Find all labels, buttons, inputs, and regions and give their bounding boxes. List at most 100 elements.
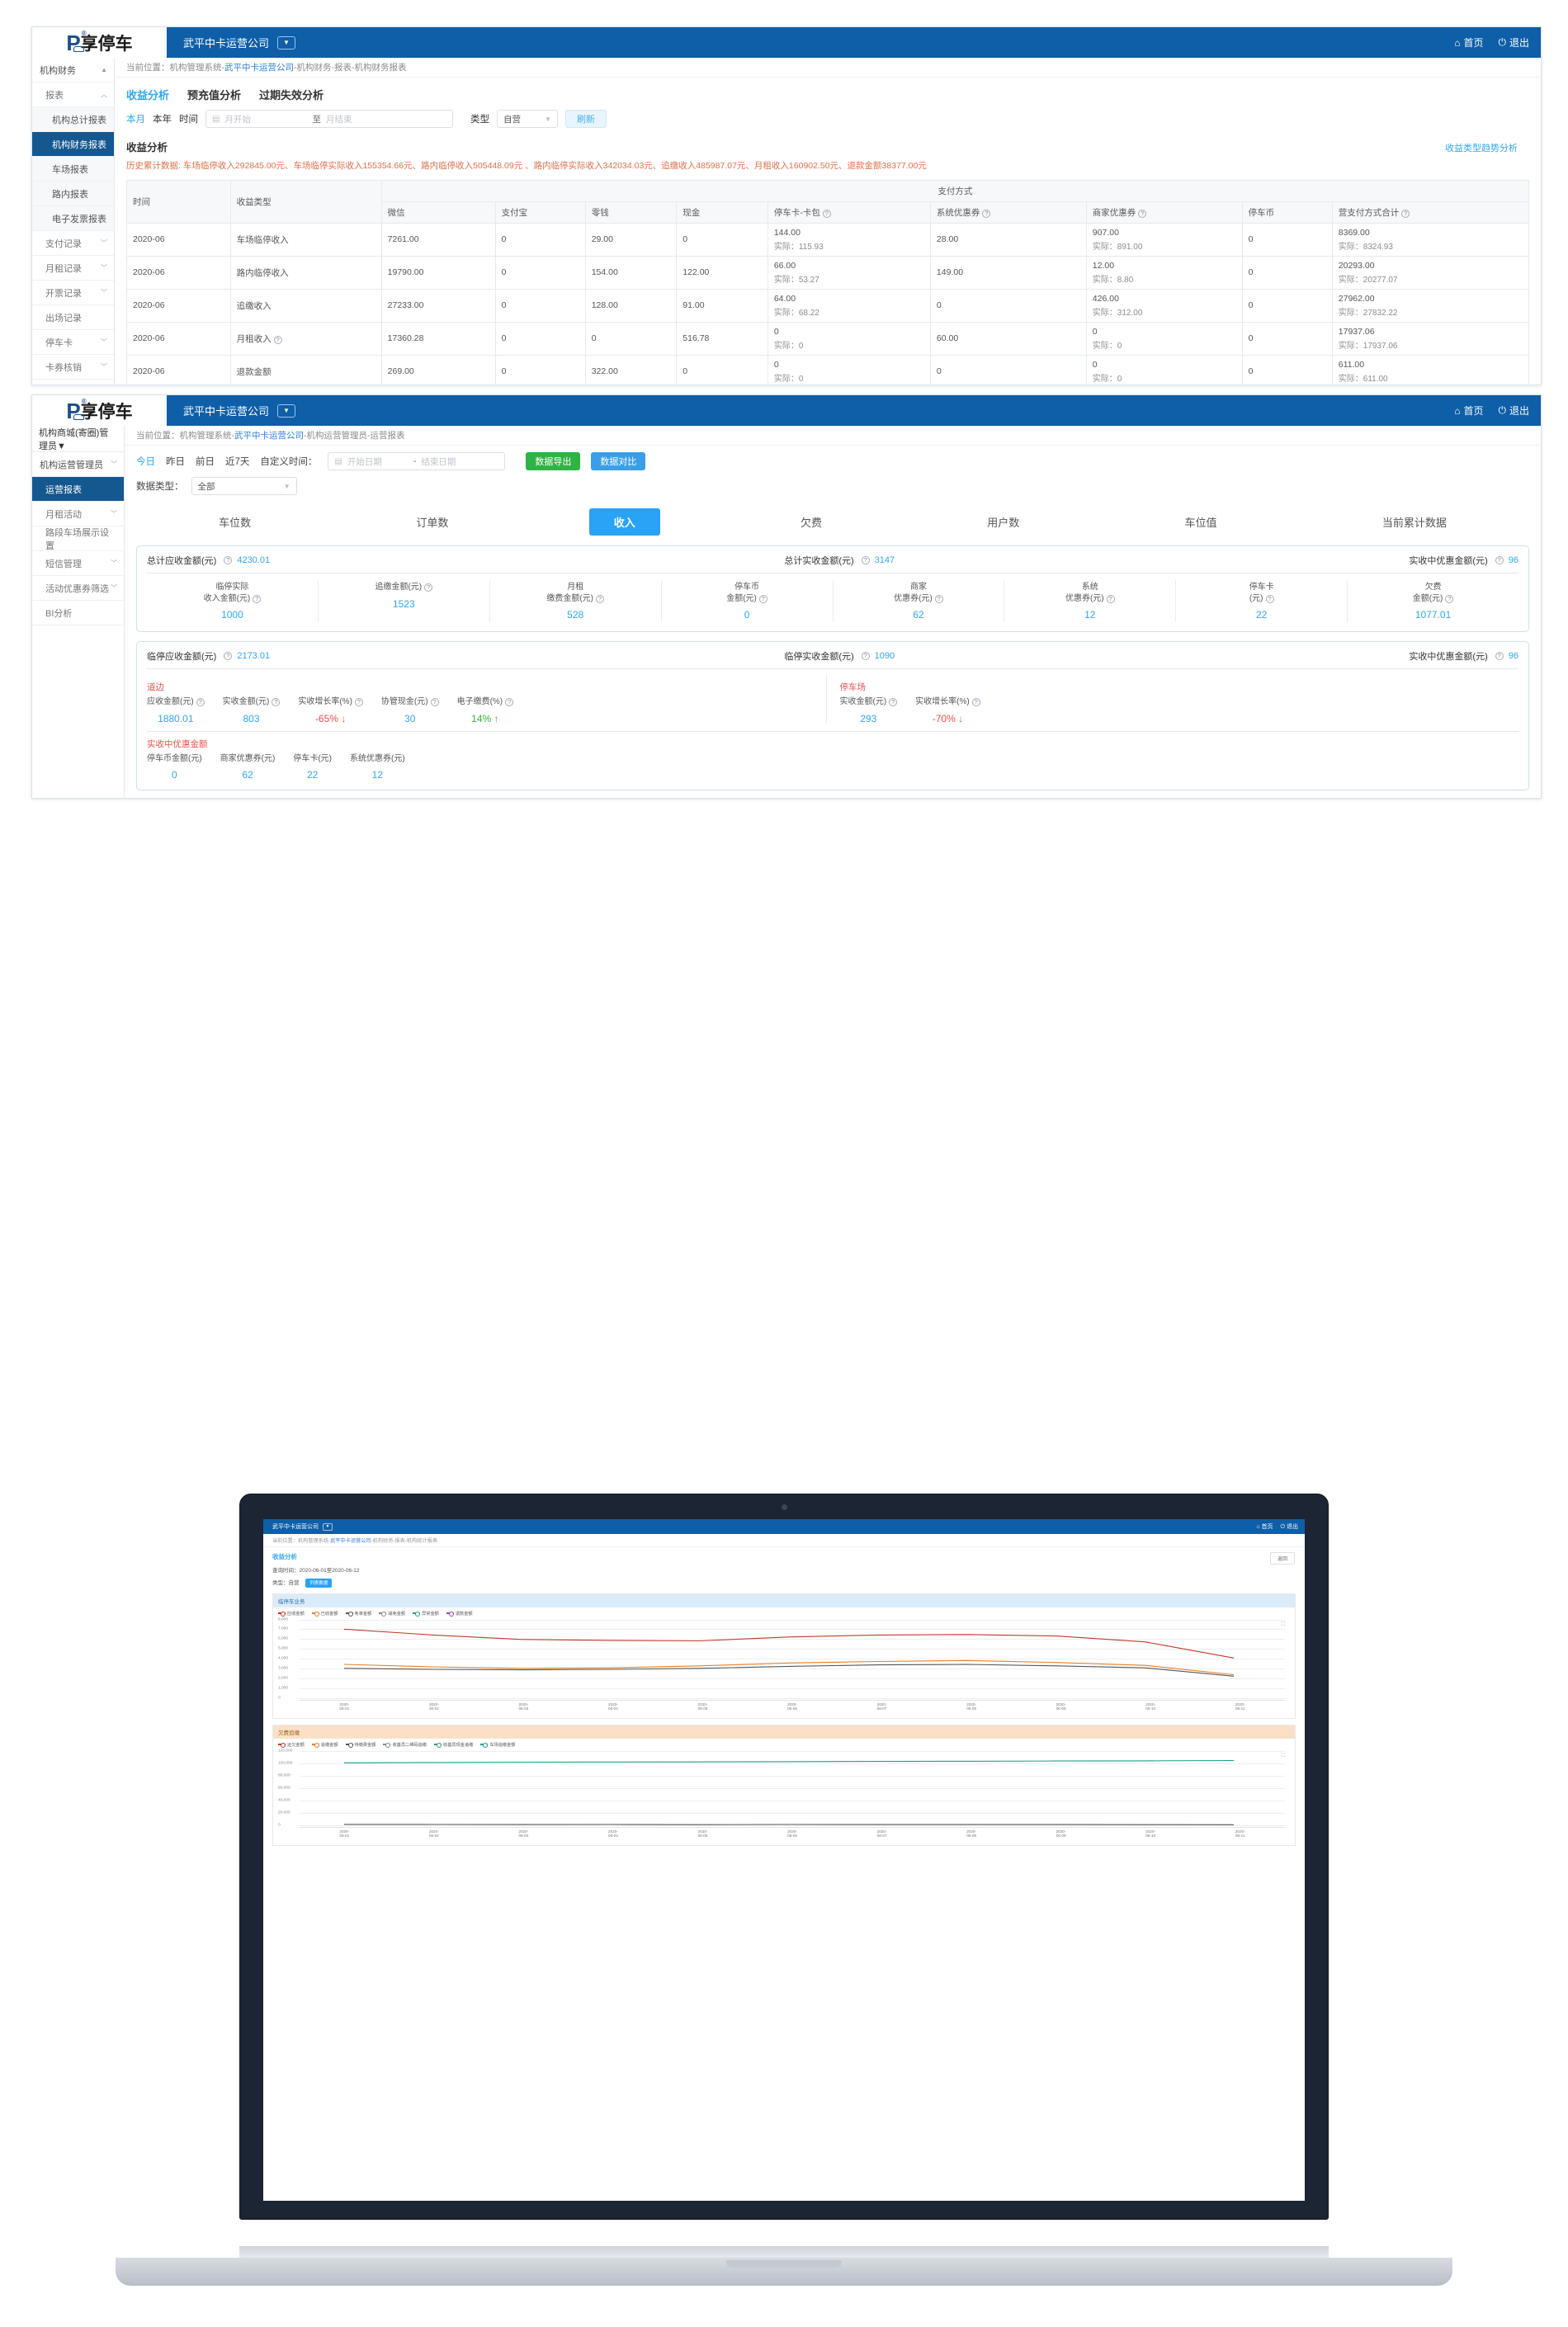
sidebar-item-3[interactable]: 路段车场展示设置 <box>32 526 124 551</box>
refresh-button[interactable]: 刷新 <box>565 110 607 128</box>
help-icon[interactable]: ? <box>935 595 943 603</box>
help-icon[interactable]: ? <box>1445 595 1453 603</box>
legend-item-1[interactable]: 已收金额 <box>312 1611 338 1617</box>
sidebar-role-switch[interactable]: 机构商城(寄圈)管理员▼ <box>32 426 124 452</box>
help-icon[interactable]: ? <box>1401 210 1410 218</box>
legend-item-4[interactable]: 异常金额 <box>413 1611 439 1617</box>
sidebar-item-0[interactable]: 机构财务▲ <box>32 58 114 83</box>
tab-0[interactable]: 收益分析 <box>126 87 169 102</box>
date-start[interactable]: 月开始 <box>224 113 307 125</box>
home-button[interactable]: ⌂ 首页 <box>1454 35 1483 50</box>
metric-tab-5[interactable]: 车位值 <box>1160 508 1242 536</box>
date-end[interactable]: 月结束 <box>326 113 409 125</box>
help-icon[interactable]: ? <box>272 698 280 706</box>
sidebar-item-7[interactable]: 支付记录﹀ <box>32 231 114 256</box>
data-type-select[interactable]: 全部 ▼ <box>191 477 297 495</box>
help-icon[interactable]: ? <box>982 210 990 218</box>
range-yesterday[interactable]: 昨日 <box>166 455 185 468</box>
org-switch-button[interactable]: ▼ <box>277 36 295 50</box>
sidebar-item-1[interactable]: 报表︿ <box>32 83 114 107</box>
help-icon[interactable]: ? <box>431 698 439 706</box>
legend-item-0[interactable]: 应收金额 <box>278 1611 305 1617</box>
sidebar-item-5[interactable]: 活动优惠券筛选﹀ <box>32 576 124 601</box>
metric-tab-1[interactable]: 订单数 <box>391 508 473 536</box>
laptop-org-switch[interactable]: ▼ <box>323 1523 333 1531</box>
range-last7[interactable]: 近7天 <box>225 455 249 468</box>
sidebar-item-1[interactable]: 运营报表 <box>32 477 124 502</box>
legend-item-3[interactable]: 减免金额 <box>379 1611 405 1617</box>
help-icon[interactable]: ? <box>1138 210 1146 218</box>
laptop-bc-org[interactable]: 武平中卡运营公司 <box>330 1538 371 1544</box>
range-day-before[interactable]: 前日 <box>196 455 215 468</box>
help-icon[interactable]: ? <box>253 595 261 603</box>
legend-item-3[interactable]: 收基员二维码追缴 <box>383 1742 427 1748</box>
trend-analysis-link[interactable]: 收益类型趋势分析 <box>1445 141 1529 154</box>
sidebar-item-10[interactable]: 出场记录 <box>32 305 114 330</box>
logout-button-2[interactable]: ⏻ 退出 <box>1498 404 1529 418</box>
help-icon[interactable]: ? <box>972 698 980 706</box>
custom-date-start[interactable]: 开始日期 <box>347 455 409 468</box>
help-icon[interactable]: ? <box>596 595 604 603</box>
range-today[interactable]: 今日 <box>136 455 155 468</box>
help-icon[interactable]: ? <box>1107 595 1115 603</box>
sidebar-item-8[interactable]: 月租记录﹀ <box>32 256 114 281</box>
sidebar-item-2[interactable]: 机构总计报表 <box>32 107 114 132</box>
legend-item-5[interactable]: 退款金额 <box>446 1611 473 1617</box>
help-icon[interactable]: ? <box>196 698 205 706</box>
help-icon[interactable]: ? <box>355 698 363 706</box>
help-icon[interactable]: ? <box>424 583 432 592</box>
help-icon[interactable]: ? <box>224 556 232 564</box>
help-icon[interactable]: ? <box>823 210 831 218</box>
custom-date-range-input[interactable]: ▤ 开始日期 - 结束日期 <box>328 452 505 470</box>
legend-item-2[interactable]: 待缴费金额 <box>346 1742 376 1748</box>
sidebar-item-2[interactable]: 月租活动﹀ <box>32 502 124 526</box>
metric-tab-2[interactable]: 收入 <box>589 508 660 536</box>
org-switch-button-2[interactable]: ▼ <box>277 404 295 418</box>
help-icon[interactable]: ? <box>274 336 282 344</box>
filter-this-year[interactable]: 本年 <box>153 112 172 125</box>
expand-icon-1[interactable]: ⛶ <box>1282 1622 1285 1628</box>
metric-tab-4[interactable]: 用户数 <box>962 508 1044 536</box>
tab-2[interactable]: 过期失效分析 <box>259 87 324 102</box>
tab-1[interactable]: 预充值分析 <box>187 87 241 102</box>
legend-item-2[interactable]: 免单金额 <box>346 1611 372 1617</box>
metric-tab-3[interactable]: 欠费 <box>776 508 847 536</box>
breadcrumb-org[interactable]: 武平中卡运营公司 <box>224 63 294 73</box>
date-range-input[interactable]: ▤ 月开始 至 月结束 <box>205 110 453 128</box>
metric-tab-6[interactable]: 当前累计数据 <box>1358 508 1471 536</box>
type-select[interactable]: 自营 ▼ <box>497 110 558 128</box>
export-button[interactable]: 数据导出 <box>526 452 580 470</box>
sidebar-item-13[interactable]: 优惠券模板 <box>32 380 114 385</box>
sidebar-item-5[interactable]: 路内报表 <box>32 182 114 206</box>
help-icon[interactable]: ? <box>224 652 232 660</box>
laptop-type-pill[interactable]: 列表数据 <box>305 1579 332 1588</box>
sidebar-item-4[interactable]: 车场报表 <box>32 157 114 182</box>
filter-this-month[interactable]: 本月 <box>126 112 145 125</box>
help-icon[interactable]: ? <box>862 652 870 660</box>
metric-tab-0[interactable]: 车位数 <box>194 508 276 536</box>
help-icon[interactable]: ? <box>505 698 513 706</box>
sidebar-item-9[interactable]: 开票记录﹀ <box>32 281 114 305</box>
expand-icon-2[interactable]: ⛶ <box>1282 1754 1285 1759</box>
legend-item-0[interactable]: 远欠金额 <box>278 1742 305 1748</box>
help-icon[interactable]: ? <box>889 698 897 706</box>
laptop-back-button[interactable]: 返回 <box>1270 1552 1295 1565</box>
compare-button[interactable]: 数据对比 <box>591 452 645 470</box>
sidebar-item-6[interactable]: 电子发票报表 <box>32 206 114 231</box>
legend-item-5[interactable]: 车场追缴金额 <box>480 1742 515 1748</box>
logout-button[interactable]: ⏻ 退出 <box>1498 35 1529 50</box>
help-icon[interactable]: ? <box>1495 652 1504 660</box>
sidebar-item-0[interactable]: 机构运营管理员﹀ <box>32 452 124 477</box>
sidebar-item-3[interactable]: 机构财务报表 <box>32 132 114 157</box>
help-icon[interactable]: ? <box>862 556 870 564</box>
breadcrumb2-org[interactable]: 武平中卡运营公司 <box>234 431 304 441</box>
laptop-home-button[interactable]: ⌂ 首页 <box>1256 1522 1273 1531</box>
legend-item-1[interactable]: 追缴金额 <box>312 1742 338 1748</box>
sidebar-item-4[interactable]: 短信管理﹀ <box>32 551 124 576</box>
custom-date-end[interactable]: 结束日期 <box>421 455 482 468</box>
home-button-2[interactable]: ⌂ 首页 <box>1454 404 1483 418</box>
laptop-logout-button[interactable]: ⏻ 退出 <box>1281 1522 1298 1531</box>
sidebar-item-11[interactable]: 停车卡﹀ <box>32 330 114 355</box>
sidebar-item-12[interactable]: 卡券核销﹀ <box>32 355 114 380</box>
help-icon[interactable]: ? <box>1266 595 1274 603</box>
